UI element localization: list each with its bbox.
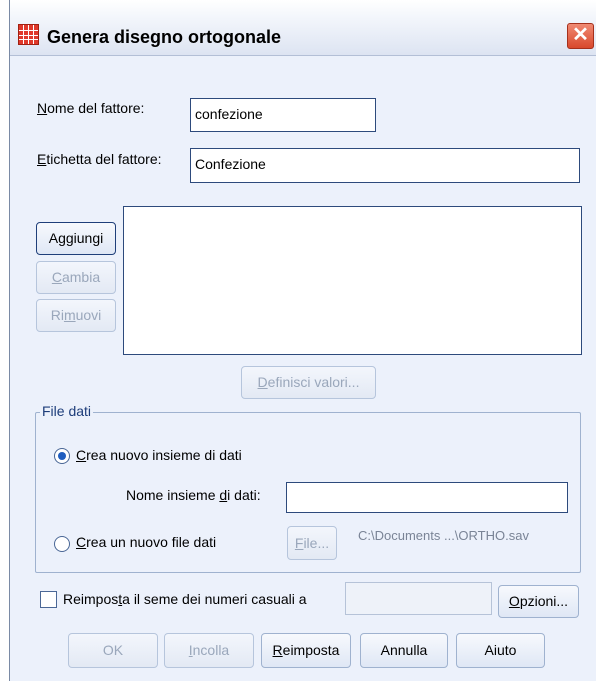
random-seed-input[interactable]	[345, 582, 492, 615]
file-button[interactable]: File...	[287, 526, 337, 560]
remove-button[interactable]: Rimuovi	[36, 299, 116, 332]
factor-list[interactable]	[123, 206, 582, 355]
define-values-button[interactable]: Definisci valori...	[241, 366, 376, 399]
new-dataset-option-label[interactable]: Crea nuovo insieme di dati	[76, 447, 242, 463]
cancel-button[interactable]: Annulla	[360, 633, 448, 668]
ok-button[interactable]: OK	[68, 633, 158, 668]
data-file-group-title: File dati	[40, 403, 94, 419]
factor-name-input[interactable]: confezione	[190, 98, 376, 132]
title-bar[interactable]: Genera disegno ortogonale ✕	[10, 0, 596, 56]
spss-grid-icon	[18, 24, 39, 45]
options-button[interactable]: Opzioni...	[498, 585, 579, 618]
reset-seed-label[interactable]: Reimposta il seme dei numeri casuali a	[63, 591, 307, 607]
change-button[interactable]: Cambia	[36, 261, 116, 294]
factor-label-input[interactable]: Confezione	[190, 148, 580, 183]
reset-seed-checkbox[interactable]	[40, 591, 57, 608]
new-file-radio[interactable]	[54, 536, 70, 552]
close-icon[interactable]: ✕	[567, 23, 594, 49]
add-button[interactable]: Aggiungi	[36, 222, 116, 255]
dataset-name-input[interactable]	[286, 482, 568, 513]
help-button[interactable]: Aiuto	[456, 633, 545, 668]
file-path-text: C:\Documents ...\ORTHO.sav	[358, 528, 529, 543]
radio-selected-dot	[58, 452, 66, 460]
factor-label-label: Etichetta del fattore:	[37, 151, 162, 167]
dataset-name-label: Nome insieme di dati:	[126, 487, 261, 503]
paste-button[interactable]: Incolla	[164, 633, 254, 668]
window-title: Genera disegno ortogonale	[47, 27, 282, 47]
reset-button[interactable]: Reimposta	[261, 633, 351, 668]
factor-name-label: Nome del fattore:	[37, 100, 145, 116]
dialog-window: Genera disegno ortogonale ✕ Nome del fat…	[9, 0, 596, 681]
new-dataset-radio[interactable]	[54, 448, 70, 464]
new-file-option-label[interactable]: Crea un nuovo file dati	[76, 534, 216, 550]
